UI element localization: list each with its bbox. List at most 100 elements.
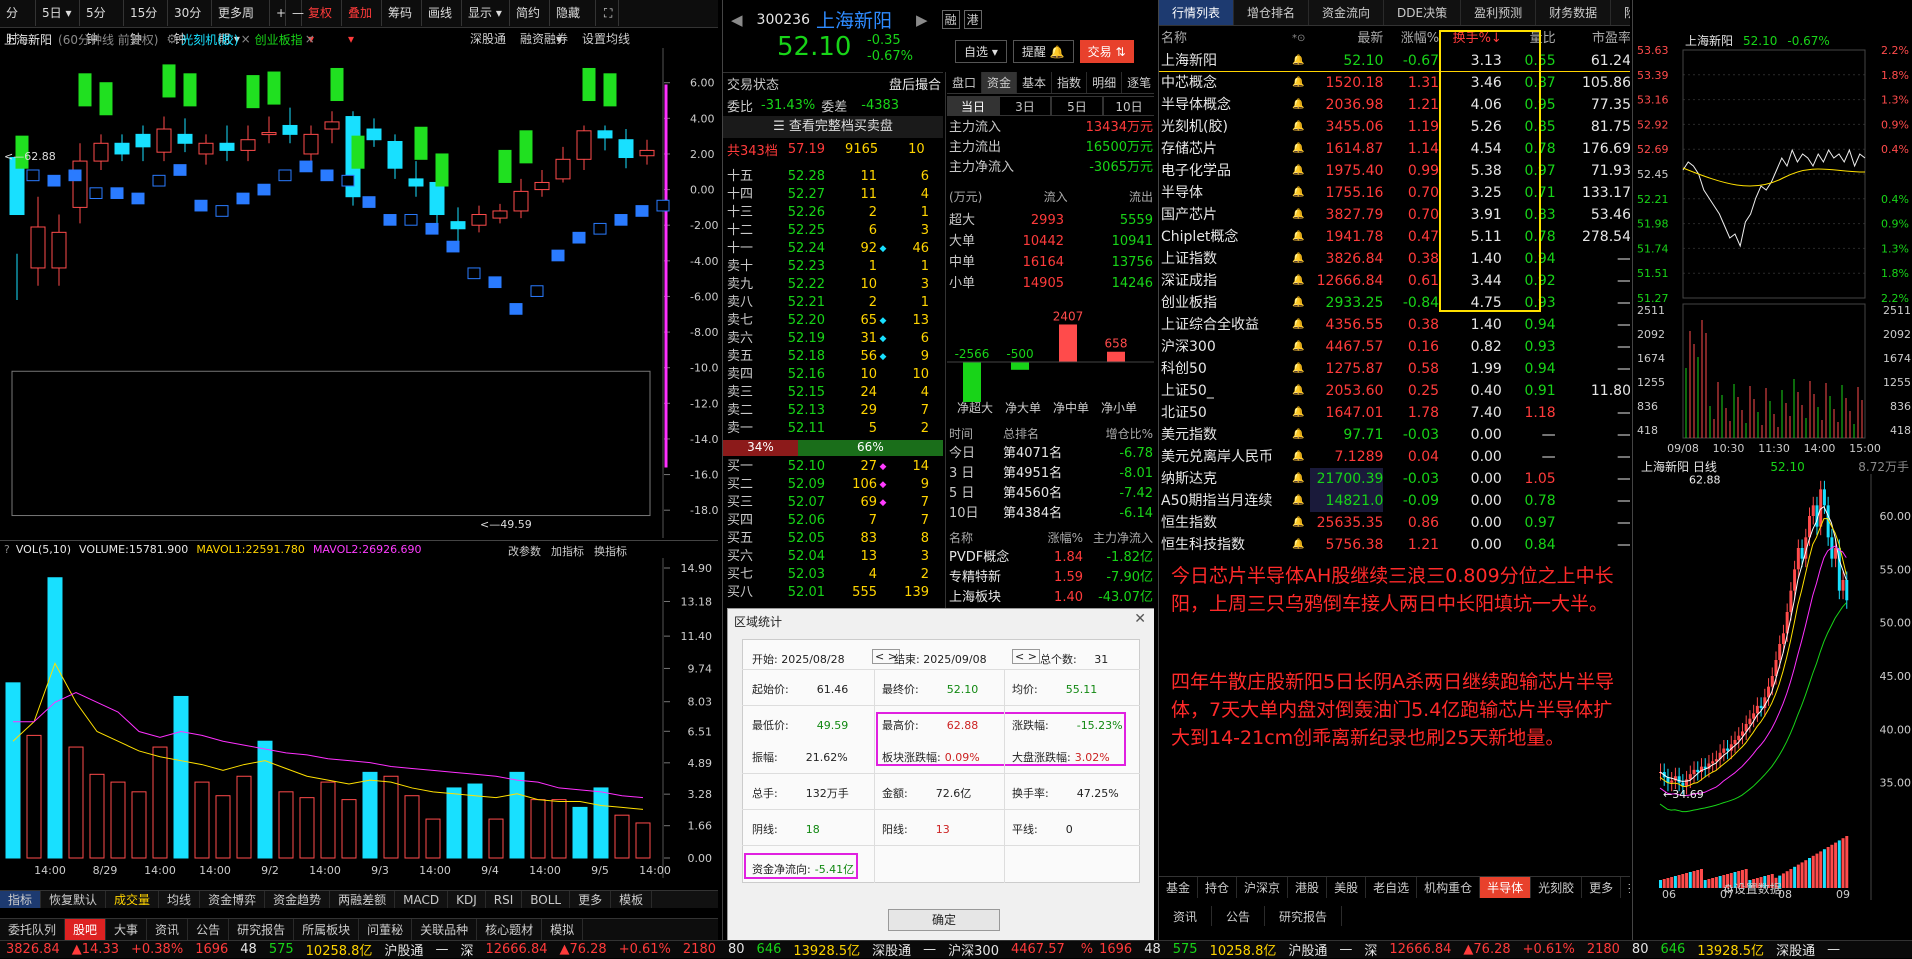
watch-tab-1[interactable]: 增仓排名 xyxy=(1234,0,1310,25)
watchlist-row[interactable]: 半导体 🔔 1755.16 0.70 3.25 0.71 133.17 xyxy=(1159,182,1630,204)
end-stepper[interactable]: < > xyxy=(1012,649,1040,664)
bell-icon[interactable]: 🔔 xyxy=(1292,402,1310,424)
info-tab-0[interactable]: 委托队列 xyxy=(0,919,66,940)
close-icon[interactable]: × xyxy=(241,32,251,46)
trade-button[interactable]: 交易 ⇅ xyxy=(1079,40,1134,63)
bell-icon[interactable]: 🔔 xyxy=(1292,336,1310,358)
watchlist-row[interactable]: 沪深300 🔔 4467.57 0.16 0.82 0.93 — xyxy=(1159,336,1630,358)
toolbar-button-9[interactable]: 叠加 ▾ xyxy=(342,0,382,46)
watch-tab-6[interactable]: 阶段统计 xyxy=(1611,0,1630,25)
fund-tab-3[interactable]: 指数 xyxy=(1052,72,1088,93)
overlay-tag-guangkeji[interactable]: 光刻机(胶) xyxy=(181,31,238,48)
watchlist-row[interactable]: 美元兑离岸人民币 🔔 7.1289 0.04 0.00 — — xyxy=(1159,446,1630,468)
watchlist-row[interactable]: 上海新阳 🔔 52.10 -0.67 3.13 0.55 61.24 xyxy=(1159,50,1630,72)
watchlist-row[interactable]: 光刻机(胶) 🔔 3455.06 1.19 5.26 0.85 81.75 xyxy=(1159,116,1630,138)
fund-tab-1[interactable]: 资金 xyxy=(982,72,1018,93)
menu-switch[interactable]: 换指标 xyxy=(594,543,627,559)
bell-icon[interactable]: 🔔 xyxy=(1292,468,1310,490)
close-icon[interactable]: ✕ xyxy=(1134,611,1146,627)
toolbar-button-12[interactable]: 显示 ▾ xyxy=(462,0,510,26)
indicator-tab-11[interactable]: 更多 xyxy=(570,891,612,908)
sector-row[interactable]: PVDF概念 1.84 -1.82亿 xyxy=(949,548,1153,568)
watchlist-row[interactable]: 恒生指数 🔔 25635.35 0.86 0.00 0.97 — xyxy=(1159,512,1630,534)
info-tab-10[interactable]: 模拟 xyxy=(542,919,584,940)
indicator-tab-4[interactable]: 资金博弈 xyxy=(200,891,266,908)
fund-tab-5[interactable]: 逐笔 xyxy=(1122,72,1154,93)
watchlist-row[interactable]: 上证综合全收益 🔔 4356.55 0.38 1.40 0.94 — xyxy=(1159,314,1630,336)
watchlist-row[interactable]: 半导体概念 🔔 2036.98 1.21 4.06 0.95 77.35 xyxy=(1159,94,1630,116)
menu-margin[interactable]: 融资融券 xyxy=(520,30,568,47)
indicator-tab-0[interactable]: 指标 xyxy=(0,891,42,908)
menu-params[interactable]: 改参数 xyxy=(508,543,541,559)
info-tab-6[interactable]: 所属板块 xyxy=(294,919,360,940)
menu-sgt[interactable]: 深股通 xyxy=(470,30,506,47)
indicator-tab-9[interactable]: RSI xyxy=(486,891,523,908)
period-tab-3[interactable]: 10日 xyxy=(1103,96,1154,116)
sector-tab-9[interactable]: 更多 xyxy=(1582,877,1622,898)
info-tab-5[interactable]: 研究报告 xyxy=(229,919,295,940)
close-icon[interactable]: × xyxy=(305,32,315,46)
sector-tab-2[interactable]: 沪深京 xyxy=(1237,877,1289,898)
info-tab-2[interactable]: 大事 xyxy=(106,919,148,940)
fund-tab-0[interactable]: 盘口 xyxy=(947,72,983,93)
bell-icon[interactable]: 🔔 xyxy=(1292,380,1310,402)
toolbar-button-10[interactable]: 筹码 xyxy=(382,0,422,26)
menu-ma-settings[interactable]: 设置均线 xyxy=(582,30,630,47)
watchlist-row[interactable]: 创业板指 🔔 2933.25 -0.84 4.75 0.93— xyxy=(1159,292,1630,314)
toolbar-button-0[interactable]: 分时 xyxy=(0,0,36,46)
toolbar-button-2[interactable]: 5分钟 xyxy=(80,0,124,46)
sector-row[interactable]: 上海板块 1.40 -43.07亿 xyxy=(949,588,1153,608)
watchlist-row[interactable]: 科创50 🔔 1275.87 0.58 1.99 0.94 — xyxy=(1159,358,1630,380)
sector-tab-1[interactable]: 持仓 xyxy=(1198,877,1238,898)
menu-add[interactable]: 加指标 xyxy=(551,543,584,559)
sector-tab-6[interactable]: 机构重仓 xyxy=(1417,877,1481,898)
watch-tab-5[interactable]: 财务数据 xyxy=(1536,0,1612,25)
bell-icon[interactable]: 🔔 xyxy=(1292,358,1310,380)
watchlist-row[interactable]: Chiplet概念 🔔 1941.78 0.47 5.11 0.78 278.54 xyxy=(1159,226,1630,248)
ok-button[interactable]: 确定 xyxy=(888,909,1000,931)
watchlist-row[interactable]: 中芯概念 🔔 1520.18 1.31 3.46 0.87 105.86 xyxy=(1159,72,1630,94)
info-tab-3[interactable]: 资讯 xyxy=(147,919,189,940)
help-icon[interactable]: ? xyxy=(4,543,10,556)
toolbar-button-6[interactable]: + xyxy=(270,0,286,26)
indicator-tab-10[interactable]: BOLL xyxy=(522,891,571,908)
sort-icon[interactable]: *⊙ xyxy=(1292,28,1310,50)
bell-icon[interactable]: 🔔 xyxy=(1292,94,1310,116)
bell-icon[interactable]: 🔔 xyxy=(1292,424,1310,446)
overlay-tag-cyb[interactable]: 创业板指 xyxy=(255,31,303,48)
news-tab-0[interactable]: 资讯 xyxy=(1159,906,1213,926)
intraday-chart[interactable]: 53.63 53.39 53.16 52.92 52.69 52.45 52.21 51.98… xyxy=(1633,46,1912,456)
bell-icon[interactable]: 🔔 xyxy=(1292,182,1310,204)
info-tab-4[interactable]: 公告 xyxy=(188,919,230,940)
bell-icon[interactable]: 🔔 xyxy=(1292,160,1310,182)
bell-icon[interactable]: 🔔 xyxy=(1292,292,1310,314)
sector-tab-10[interactable]: 抓牛机会... xyxy=(1621,877,1630,898)
settings-link[interactable]: ⚙ 设置数据 xyxy=(1723,880,1782,897)
period-tab-2[interactable]: 5日 xyxy=(1051,96,1103,116)
watchlist-row[interactable]: 北证50 🔔 1647.01 1.78 7.40 1.18 — xyxy=(1159,402,1630,424)
toolbar-button-3[interactable]: 15分钟 xyxy=(124,0,168,46)
bell-icon[interactable]: 🔔 xyxy=(1292,226,1310,248)
toolbar-button-8[interactable]: 复权 ▾ xyxy=(302,0,342,46)
bell-icon[interactable]: 🔔 xyxy=(1292,138,1310,160)
sector-tab-8[interactable]: 光刻胶 xyxy=(1531,877,1583,898)
info-tab-8[interactable]: 关联品种 xyxy=(412,919,478,940)
indicator-tab-7[interactable]: MACD xyxy=(395,891,449,908)
indicator-tab-6[interactable]: 两融差额 xyxy=(330,891,396,908)
watch-tab-2[interactable]: 资金流向 xyxy=(1309,0,1385,25)
bell-icon[interactable]: 🔔 xyxy=(1292,204,1310,226)
indicator-tab-8[interactable]: KDJ xyxy=(448,891,486,908)
watchlist-row[interactable]: 恒生科技指数 🔔 5756.38 1.21 0.00 0.84 — xyxy=(1159,534,1630,556)
watch-tab-0[interactable]: 行情列表 xyxy=(1159,0,1235,25)
info-tab-9[interactable]: 核心题材 xyxy=(477,919,543,940)
period-tab-1[interactable]: 3日 xyxy=(999,96,1051,116)
watch-tab-4[interactable]: 盈利预测 xyxy=(1461,0,1537,25)
fund-tab-4[interactable]: 明细 xyxy=(1087,72,1123,93)
sector-tab-3[interactable]: 港股 xyxy=(1288,877,1328,898)
fullscreen-icon[interactable]: ⛶ xyxy=(598,0,620,26)
gear-icon[interactable]: ⚙ xyxy=(166,32,177,46)
bell-icon[interactable]: 🔔 xyxy=(1292,248,1310,270)
news-tab-1[interactable]: 公告 xyxy=(1212,906,1266,926)
watchlist-row[interactable]: 上证指数 🔔 3826.84 0.38 1.40 0.94— xyxy=(1159,248,1630,270)
bell-icon[interactable]: 🔔 xyxy=(1292,512,1310,534)
